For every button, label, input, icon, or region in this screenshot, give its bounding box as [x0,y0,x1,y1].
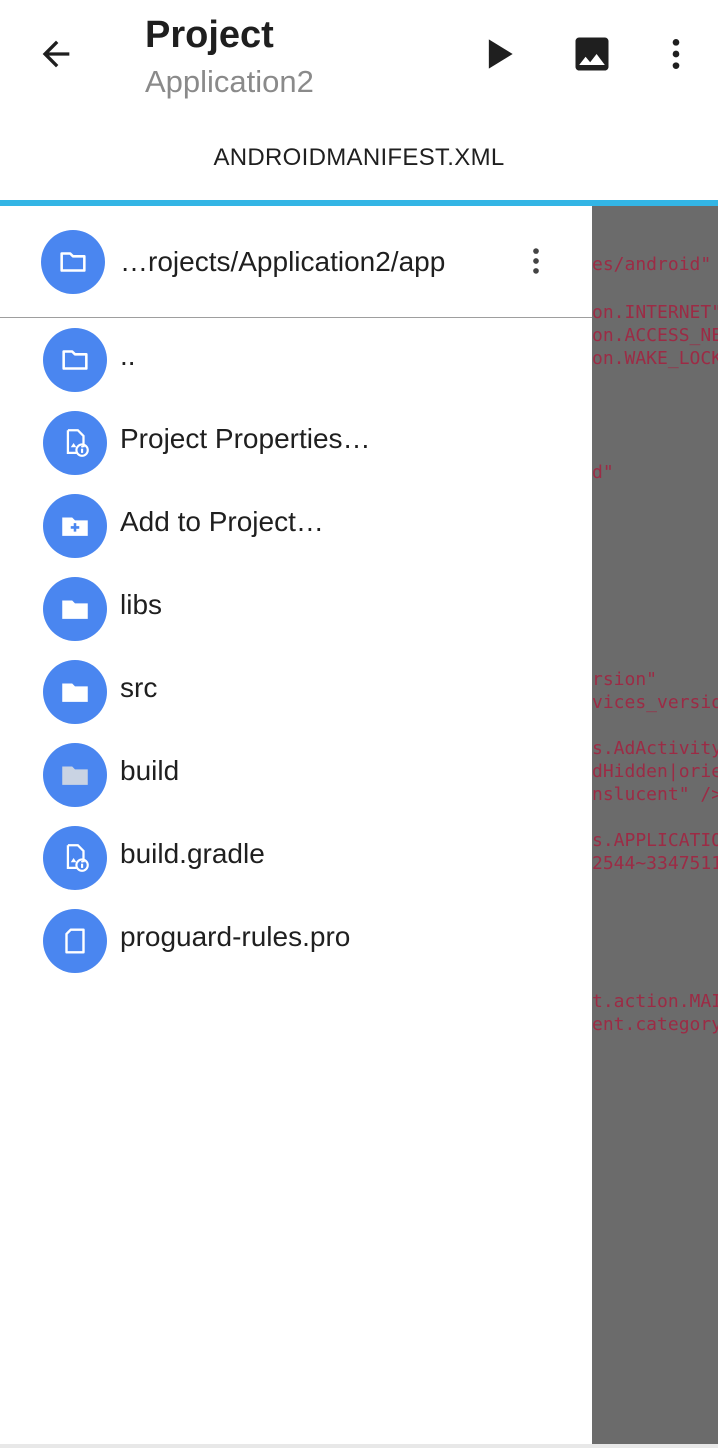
list-item-src[interactable]: src [0,650,592,733]
code-line: d" [592,462,614,483]
folder-badge [43,660,107,724]
code-line: ent.category [592,1014,718,1035]
code-line: nslucent" /> [592,784,718,805]
list-item-proguard-rules[interactable]: proguard-rules.pro [0,899,592,982]
file-icon [65,928,85,954]
code-line: rsion" [592,669,658,690]
page-title: Project [145,14,274,56]
folder-add-icon [62,517,88,536]
list-item-label: proguard-rules.pro [120,921,351,952]
folder-badge [43,577,107,641]
file-badge [43,909,107,973]
file-badge [43,411,107,475]
overflow-menu-button[interactable] [646,24,706,84]
preview-button[interactable] [562,24,622,84]
path-menu-button[interactable] [516,236,556,286]
file-badge [43,826,107,890]
play-icon [488,39,513,69]
list-item-label: Project Properties… [120,423,371,454]
list-item-label: src [120,672,158,703]
code-line: s.APPLICATIO [592,830,718,851]
code-line: es/android" [592,254,712,275]
back-button[interactable] [26,24,86,84]
list-item-label: libs [120,589,163,620]
list-item-label: .. [120,340,136,371]
app-bar: Project Application2 [0,0,718,120]
folder-badge [43,328,107,392]
image-icon [575,37,609,71]
list-item-build[interactable]: build [0,733,592,816]
folder-badge [41,230,105,294]
more-vert-icon [672,39,680,69]
list-item-label: Add to Project… [120,506,324,537]
code-line: on.WAKE_LOCK [592,348,718,369]
code-line: dHidden|orie [592,761,718,782]
list-item-project-properties[interactable]: Project Properties… [0,401,592,484]
current-path-row[interactable]: …rojects/Application2/app [0,206,592,318]
tab-androidmanifest[interactable]: ANDROIDMANIFEST.XML [0,144,718,172]
more-vert-icon [533,248,539,274]
file-info-icon [66,429,89,457]
page-subtitle: Application2 [145,64,314,99]
code-line: s.AdActivity [592,738,718,759]
list-item-label: build.gradle [120,838,265,869]
code-line: on.ACCESS_NE [592,325,718,346]
code-line: 2544~3347511 [592,853,718,874]
code-line: on.INTERNET" [592,302,718,323]
list-item-build-gradle[interactable]: build.gradle [0,816,592,899]
tab-bar: ANDROIDMANIFEST.XML [0,120,718,202]
file-info-icon [66,844,89,872]
folder-badge [43,494,107,558]
code-editor: es/android" on.INTERNET" on.ACCESS_NE on… [592,206,718,1448]
code-line: vices_versio [592,692,718,713]
bottom-divider [0,1444,718,1448]
folder-outline-icon [60,252,86,272]
list-item-add-to-project[interactable]: Add to Project… [0,484,592,567]
folder-icon [62,600,88,619]
arrow-left-icon [42,40,70,68]
project-drawer: …rojects/Application2/app .. Project Pro… [0,206,592,1448]
folder-badge [43,743,107,807]
current-path: …rojects/Application2/app [120,246,446,277]
list-item-label: build [120,755,180,786]
folder-grey-icon [62,766,88,785]
run-button[interactable] [468,24,528,84]
list-item-libs[interactable]: libs [0,567,592,650]
folder-outline-icon [62,350,88,370]
folder-icon [62,683,88,702]
list-item-parent[interactable]: .. [0,318,592,401]
code-line: t.action.MAI [592,991,718,1012]
